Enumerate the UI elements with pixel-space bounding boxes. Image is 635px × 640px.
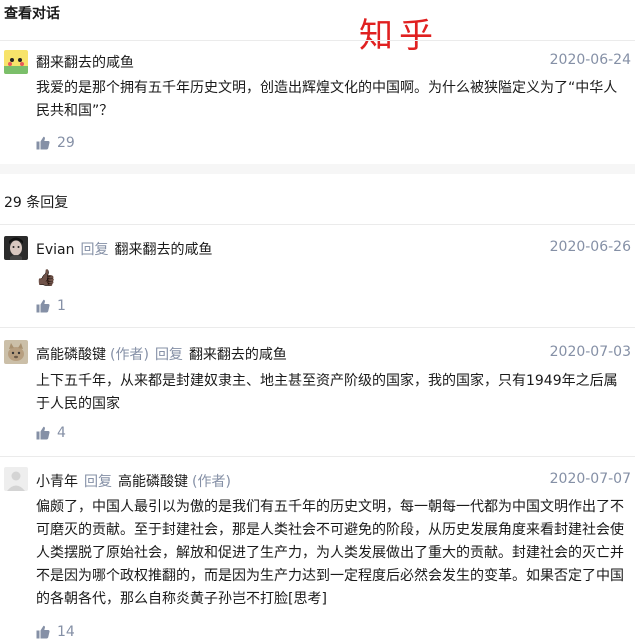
avatar[interactable] [4, 340, 28, 364]
reply-target[interactable]: 高能磷酸键 [118, 474, 188, 490]
avatar[interactable] [4, 236, 28, 260]
thumbs-up-icon [36, 426, 50, 440]
reply-item: 高能磷酸键 (作者) 回复 翻来翻去的咸鱼 2020-07-03 上下五千年，从来都是… [0, 327, 635, 456]
like-count: 14 [57, 624, 75, 640]
comment-content: 上下五千年，从来都是封建奴隶主、地主甚至资产阶级的国家，我的国家，只有1949年… [36, 373, 618, 412]
like-count: 4 [57, 425, 66, 441]
author-tag: (作者) [110, 347, 149, 363]
like-button[interactable]: 14 [36, 624, 75, 640]
comment-meta: 小青年 回复 高能磷酸键 (作者) [36, 471, 231, 491]
comment-content: 👍🏿 [36, 266, 630, 291]
page-title: 查看对话 [4, 6, 60, 22]
author-name[interactable]: 翻来翻去的咸鱼 [36, 55, 134, 71]
thumbs-up-icon [36, 136, 50, 150]
comment-content: 我爱的是那个拥有五千年历史文明，创造出辉煌文化的中国啊。为什么被狭隘定义为了“中… [36, 80, 618, 119]
like-button[interactable]: 4 [36, 425, 66, 441]
reply-item: Evian 回复 翻来翻去的咸鱼 2020-06-26 👍🏿 1 [0, 224, 635, 327]
reply-label: 回复 [84, 474, 112, 490]
like-button[interactable]: 29 [36, 135, 75, 151]
author-name[interactable]: 小青年 [36, 474, 78, 490]
reply-target[interactable]: 翻来翻去的咸鱼 [189, 347, 287, 363]
conversation-header: 查看对话 知乎 [0, 0, 635, 56]
reply-item: 小青年 回复 高能磷酸键 (作者) 2020-07-07 偏颇了，中国人最引以为傲的是… [0, 456, 635, 640]
thumbs-up-icon [36, 625, 50, 639]
avatar[interactable] [4, 467, 28, 491]
comment-date: 2020-06-24 [549, 52, 631, 68]
author-name[interactable]: 高能磷酸键 [36, 347, 106, 363]
comment-content: 偏颇了，中国人最引以为傲的是我们有五千年的历史文明，每一朝每一代都为中国文明作出… [36, 499, 624, 607]
thumbs-up-emoji: 👍🏿 [36, 268, 56, 287]
author-tag: (作者) [192, 474, 231, 490]
reply-target[interactable]: 翻来翻去的咸鱼 [114, 242, 212, 258]
comment-meta: 翻来翻去的咸鱼 [36, 52, 134, 72]
root-comment: 翻来翻去的咸鱼 2020-06-24 我爱的是那个拥有五千年历史文明，创造出辉煌… [0, 40, 635, 164]
comment-meta: 高能磷酸键 (作者) 回复 翻来翻去的咸鱼 [36, 344, 287, 364]
thumbs-up-icon [36, 299, 50, 313]
avatar[interactable] [4, 50, 28, 74]
comment-date: 2020-07-03 [549, 344, 631, 360]
reply-label: 回复 [80, 242, 109, 258]
reply-label: 回复 [154, 347, 183, 363]
like-count: 29 [57, 135, 75, 151]
replies-count: 29 条回复 [4, 195, 69, 211]
comment-date: 2020-06-26 [549, 239, 631, 255]
author-name[interactable]: Evian [36, 242, 74, 258]
comment-date: 2020-07-07 [549, 471, 631, 487]
like-button[interactable]: 1 [36, 298, 66, 314]
comment-meta: Evian 回复 翻来翻去的咸鱼 [36, 239, 212, 259]
section-separator [0, 164, 635, 174]
like-count: 1 [57, 298, 66, 314]
